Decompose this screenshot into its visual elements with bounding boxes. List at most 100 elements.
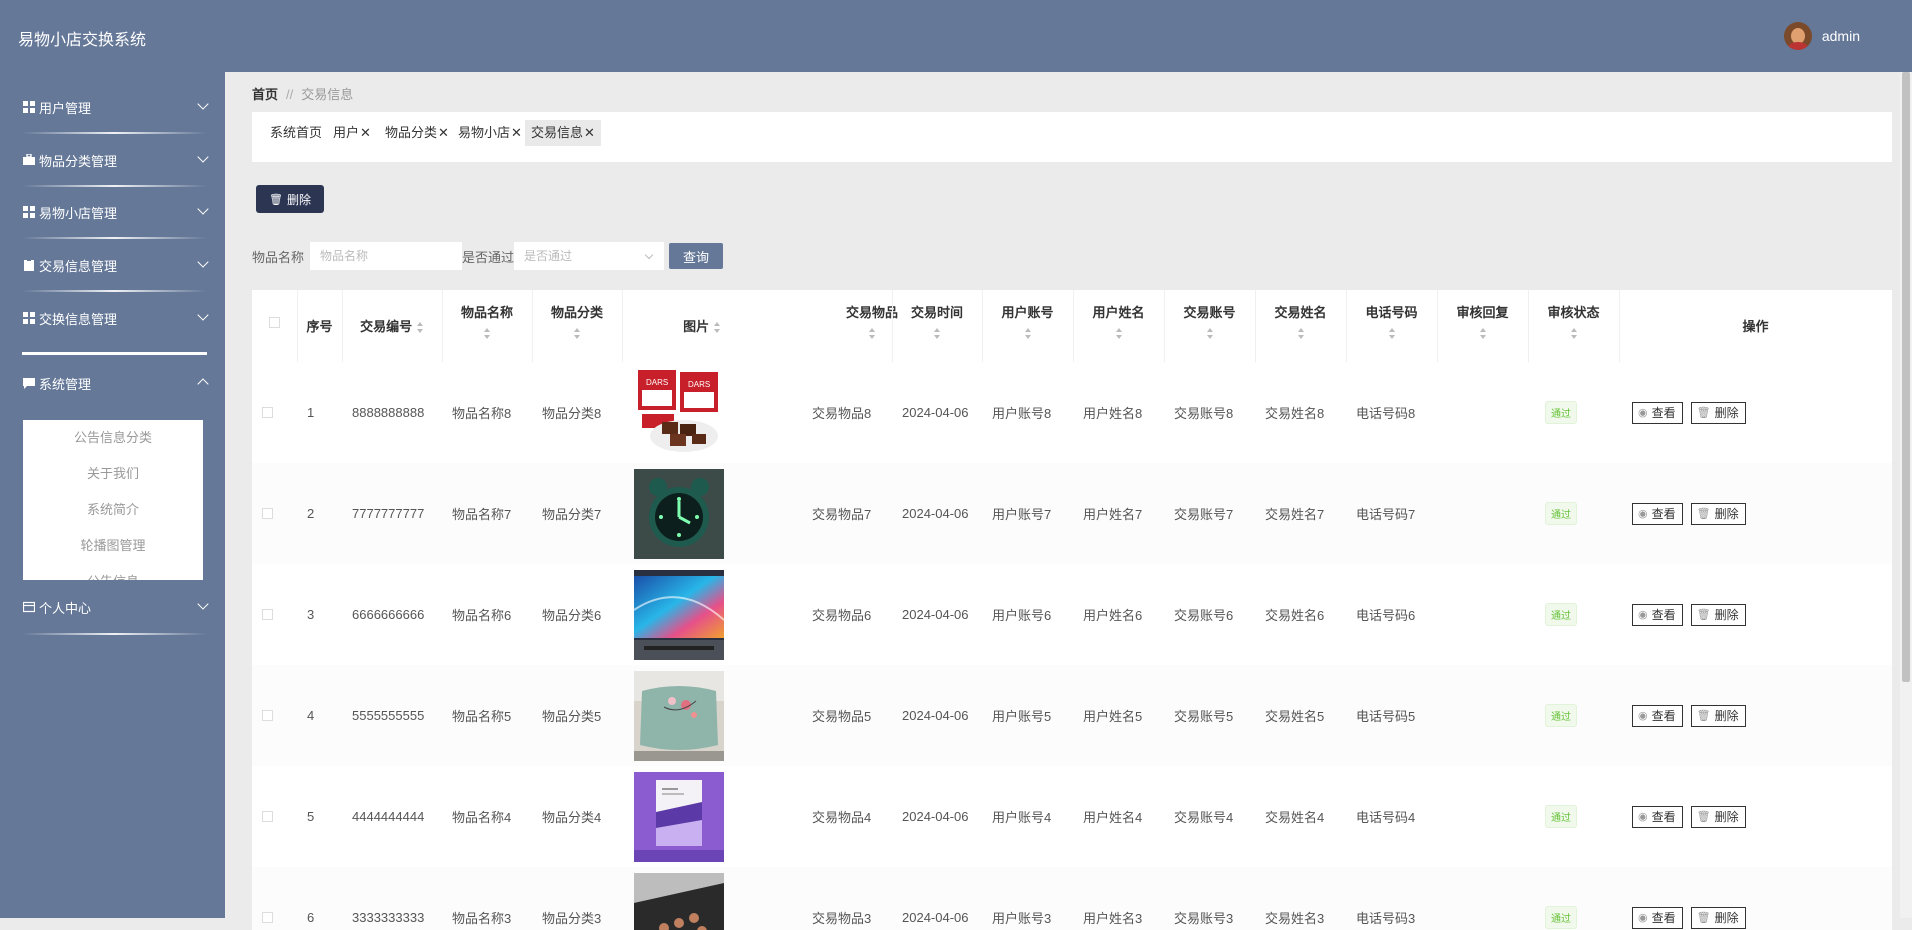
cell-status: 通过 — [1545, 867, 1577, 930]
column-header[interactable]: 交易账号 — [1164, 290, 1255, 362]
button-label: 删除 — [1714, 810, 1739, 824]
column-header[interactable]: 物品分类 — [532, 290, 622, 362]
column-header[interactable]: 交易编号 — [342, 290, 442, 362]
delete-button[interactable]: 🗑 删除 — [1690, 603, 1746, 626]
sort-icon[interactable] — [1297, 328, 1305, 340]
avatar[interactable] — [1783, 22, 1812, 50]
row-checkbox[interactable] — [262, 407, 273, 418]
cell-item: 交易物品6 — [812, 608, 872, 623]
tab-user[interactable]: 用户✕ — [327, 120, 377, 146]
query-button[interactable]: 查询 — [669, 243, 724, 269]
close-icon[interactable]: ✕ — [360, 125, 371, 140]
message-icon — [22, 377, 35, 390]
cell-time: 2024-04-06 — [902, 607, 969, 622]
name-search-input[interactable]: 物品名称 — [310, 242, 463, 270]
pass-status-select[interactable]: 是否通过 — [514, 242, 665, 270]
table-row: 4 5555555555 物品名称5 物品分类5 交易物品5 2024-04-0… — [252, 665, 1892, 766]
sort-icon[interactable] — [573, 328, 581, 340]
sort-icon[interactable] — [933, 328, 941, 340]
delete-button[interactable]: 🗑 删除 — [1690, 704, 1746, 727]
button-label: 查看 — [1651, 608, 1676, 622]
sort-icon[interactable] — [1024, 328, 1032, 340]
view-button[interactable]: ◉ 查看 — [1632, 502, 1683, 525]
tab-system-home[interactable]: 系统首页 — [264, 120, 328, 146]
cell-no: 6 — [307, 910, 315, 925]
sort-icon[interactable] — [1206, 328, 1214, 340]
submenu-item-notice-category[interactable]: 公告信息分类 — [23, 420, 203, 456]
cell-trade-name: 交易姓名4 — [1265, 810, 1325, 825]
column-header[interactable]: 图片 — [622, 290, 782, 362]
cell-trade-account: 交易账号3 — [1174, 911, 1234, 926]
username[interactable]: admin — [1822, 28, 1860, 44]
sidebar-item-system-management[interactable]: 系统管理 — [22, 372, 209, 394]
row-checkbox[interactable] — [262, 609, 273, 620]
column-header[interactable]: 审核回复 — [1437, 290, 1528, 362]
sort-icon[interactable] — [1115, 328, 1123, 340]
breadcrumb-home[interactable]: 首页 — [252, 87, 278, 102]
column-header[interactable]: 用户账号 — [982, 290, 1073, 362]
tab-shop[interactable]: 易物小店✕ — [452, 120, 528, 146]
scrollbar-thumb[interactable] — [1902, 72, 1910, 682]
status-badge: 通过 — [1545, 401, 1577, 424]
cell-trade-name: 交易姓名3 — [1265, 911, 1325, 926]
chevron-down-icon — [197, 598, 209, 610]
column-header[interactable]: 交易姓名 — [1255, 290, 1346, 362]
select-all-checkbox[interactable] — [269, 317, 280, 328]
sort-icon[interactable] — [416, 321, 424, 334]
submenu-item-about-us[interactable]: 关于我们 — [23, 456, 203, 492]
close-icon[interactable]: ✕ — [511, 125, 522, 140]
row-checkbox[interactable] — [262, 710, 273, 721]
close-icon[interactable]: ✕ — [438, 125, 449, 140]
sort-icon[interactable] — [868, 328, 876, 340]
sort-icon[interactable] — [1479, 328, 1487, 340]
delete-button[interactable]: 🗑 删除 — [1690, 401, 1746, 424]
cell-item: 交易物品3 — [812, 911, 872, 926]
tab-label: 用户 — [333, 125, 360, 140]
sort-icon[interactable] — [1388, 328, 1396, 340]
sidebar-item-label: 系统管理 — [39, 376, 92, 392]
view-button[interactable]: ◉ 查看 — [1632, 704, 1683, 727]
cell-item: 交易物品4 — [812, 810, 872, 825]
cell-status: 通过 — [1545, 665, 1577, 766]
column-header[interactable]: 用户姓名 — [1073, 290, 1164, 362]
submenu-item-system-intro[interactable]: 系统简介 — [23, 492, 203, 528]
sort-icon[interactable] — [483, 328, 491, 340]
cell-phone: 电话号码6 — [1356, 608, 1416, 623]
column-header[interactable]: 物品名称 — [442, 290, 532, 362]
sidebar-item-personal-center[interactable]: 个人中心 — [22, 596, 209, 618]
sidebar-item-category-management[interactable]: 物品分类管理 — [22, 149, 209, 171]
batch-delete-button[interactable]: 🗑 删除 — [256, 185, 324, 213]
view-button[interactable]: ◉ 查看 — [1632, 603, 1683, 626]
row-checkbox[interactable] — [262, 508, 273, 519]
delete-button[interactable]: 🗑 删除 — [1690, 805, 1746, 828]
tab-trade-info[interactable]: 交易信息✕ — [525, 120, 601, 146]
delete-button[interactable]: 🗑 删除 — [1690, 502, 1746, 525]
sidebar-item-trade-management[interactable]: 交易信息管理 — [22, 254, 209, 276]
clipboard-icon — [22, 259, 35, 272]
close-icon[interactable]: ✕ — [584, 125, 595, 140]
submenu-item-carousel[interactable]: 轮播图管理 — [23, 528, 203, 564]
view-button[interactable]: ◉ 查看 — [1632, 805, 1683, 828]
user-menu[interactable]: admin — [1783, 22, 1860, 50]
sort-icon[interactable] — [713, 321, 721, 334]
row-checkbox[interactable] — [262, 811, 273, 822]
sidebar-item-shop-management[interactable]: 易物小店管理 — [22, 201, 209, 223]
sort-icon[interactable] — [1570, 328, 1578, 340]
eye-icon: ◉ — [1638, 508, 1648, 520]
tab-label: 易物小店 — [458, 125, 511, 140]
cell-trade-name: 交易姓名7 — [1265, 507, 1325, 522]
tab-label: 物品分类 — [385, 125, 438, 140]
column-header[interactable]: 电话号码 — [1346, 290, 1437, 362]
sidebar-item-exchange-management[interactable]: 交换信息管理 — [22, 307, 209, 329]
status-badge: 通过 — [1545, 502, 1577, 525]
cell-user-account: 用户账号8 — [992, 406, 1052, 421]
trade-table: 序号 交易编号 物品名称 物品分类 图片 交易物品 交易时间 用户账号 用户姓名… — [252, 290, 1892, 930]
column-label: 交易时间 — [910, 305, 963, 320]
submenu-item-notice[interactable]: 公告信息 — [23, 564, 203, 580]
view-button[interactable]: ◉ 查看 — [1632, 401, 1683, 424]
sidebar-item-user-management[interactable]: 用户管理 — [22, 96, 209, 118]
button-label: 查看 — [1651, 709, 1676, 723]
column-header[interactable]: 交易时间 — [892, 290, 982, 362]
tab-item-category[interactable]: 物品分类✕ — [379, 120, 455, 146]
column-header[interactable]: 审核状态 — [1528, 290, 1619, 362]
